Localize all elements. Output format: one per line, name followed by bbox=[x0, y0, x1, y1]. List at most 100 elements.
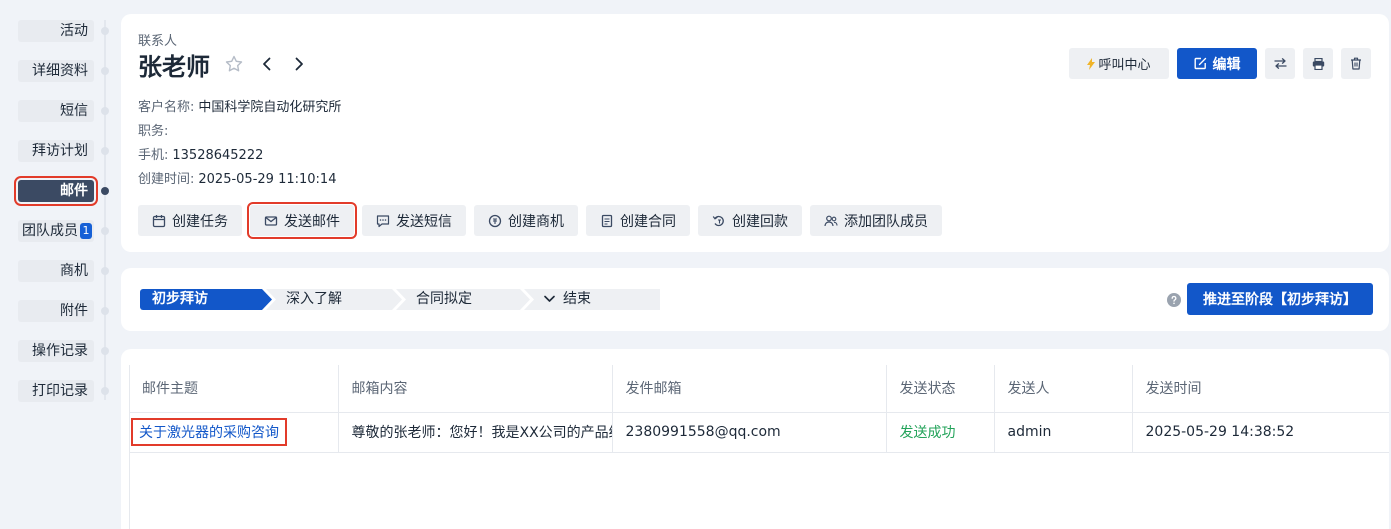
nav-dot bbox=[101, 147, 109, 155]
field-label: 职务: bbox=[138, 124, 169, 139]
lightning-icon bbox=[1087, 57, 1096, 70]
stage-contract-drafting[interactable]: 合同拟定 bbox=[396, 289, 530, 310]
stage-initial-visit[interactable]: 初步拜访 bbox=[140, 289, 272, 310]
nav-item-sms[interactable]: 短信 bbox=[18, 100, 94, 122]
button-label: 发送短信 bbox=[396, 213, 452, 230]
stage-label: 深入了解 bbox=[286, 291, 342, 307]
button-label: 添加团队成员 bbox=[844, 213, 928, 230]
field-value: 2025-05-29 11:10:14 bbox=[198, 172, 337, 187]
stage-label: 结束 bbox=[563, 291, 591, 307]
message-icon bbox=[376, 214, 390, 228]
field-label: 客户名称: bbox=[138, 100, 195, 115]
count-badge: 1 bbox=[80, 223, 92, 239]
edit-button[interactable]: 编辑 bbox=[1177, 48, 1257, 79]
left-nav: 活动 详细资料 短信 拜访计划 邮件 团队成员 1 商机 附件 操作记录 打印记录 bbox=[0, 0, 115, 529]
table-row: 关于激光器的采购咨询 尊敬的张老师：您好！我是XX公司的产品经 23809915… bbox=[129, 412, 1389, 453]
mail-subject-cell: 关于激光器的采购咨询 bbox=[129, 412, 339, 453]
advance-stage-button[interactable]: 推进至阶段【初步拜访】 bbox=[1187, 283, 1373, 315]
table-header-row: 邮件主题 邮箱内容 发件邮箱 发送状态 发送人 发送时间 bbox=[129, 365, 1389, 413]
edit-label: 编辑 bbox=[1212, 56, 1241, 73]
nav-dot bbox=[101, 267, 109, 275]
create-task-button[interactable]: 创建任务 bbox=[138, 205, 242, 236]
mail-content-cell: 尊敬的张老师：您好！我是XX公司的产品经 bbox=[338, 412, 613, 453]
created-time-field: 创建时间: 2025-05-29 11:10:14 bbox=[138, 168, 336, 187]
nav-item-mail[interactable]: 邮件 bbox=[14, 176, 98, 206]
swap-arrows-icon bbox=[1273, 58, 1287, 69]
add-team-member-button[interactable]: 添加团队成员 bbox=[810, 205, 942, 236]
transfer-button[interactable] bbox=[1265, 48, 1295, 79]
nav-dot-active bbox=[101, 187, 109, 195]
nav-dot bbox=[101, 347, 109, 355]
mail-icon bbox=[264, 214, 278, 228]
send-sms-button[interactable]: 发送短信 bbox=[362, 205, 466, 236]
column-header-subject[interactable]: 邮件主题 bbox=[129, 365, 339, 413]
call-center-label: 呼叫中心 bbox=[1098, 58, 1151, 73]
trash-icon bbox=[1350, 57, 1362, 70]
nav-dot bbox=[101, 227, 109, 235]
title-row: 张老师 bbox=[138, 48, 308, 81]
refund-icon bbox=[712, 214, 726, 228]
stage-label: 合同拟定 bbox=[416, 291, 472, 307]
nav-item-activity[interactable]: 活动 bbox=[18, 20, 94, 42]
stage-end[interactable]: 结束 bbox=[524, 289, 660, 310]
position-field: 职务: bbox=[138, 120, 172, 139]
button-label: 创建商机 bbox=[508, 213, 564, 230]
help-icon[interactable] bbox=[1167, 292, 1181, 307]
chevron-left-icon[interactable] bbox=[258, 55, 276, 73]
edit-icon bbox=[1194, 57, 1207, 70]
nav-item-label: 打印记录 bbox=[32, 383, 88, 399]
nav-item-team-members[interactable]: 团队成员 1 bbox=[18, 220, 94, 242]
nav-dot bbox=[101, 67, 109, 75]
nav-dot bbox=[101, 27, 109, 35]
page-title: 张老师 bbox=[138, 52, 210, 81]
mail-table-card: 邮件主题 邮箱内容 发件邮箱 发送状态 发送人 发送时间 关于激光器的采购咨询 … bbox=[121, 349, 1389, 529]
call-center-button[interactable]: 呼叫中心 bbox=[1069, 48, 1169, 79]
button-label: 发送邮件 bbox=[284, 213, 340, 230]
column-header-from[interactable]: 发件邮箱 bbox=[612, 365, 887, 413]
button-label: 创建任务 bbox=[172, 213, 228, 230]
nav-item-label: 短信 bbox=[60, 103, 88, 119]
stage-deep-understanding[interactable]: 深入了解 bbox=[266, 289, 402, 310]
field-value: 中国科学院自动化研究所 bbox=[198, 100, 342, 115]
nav-item-details[interactable]: 详细资料 bbox=[18, 60, 94, 82]
mail-table: 邮件主题 邮箱内容 发件邮箱 发送状态 发送人 发送时间 关于激光器的采购咨询 … bbox=[129, 365, 1389, 453]
nav-item-label: 活动 bbox=[60, 23, 88, 39]
mail-subject-link[interactable]: 关于激光器的采购咨询 bbox=[131, 418, 287, 446]
document-icon bbox=[600, 214, 614, 228]
send-mail-button[interactable]: 发送邮件 bbox=[247, 202, 357, 239]
print-button[interactable] bbox=[1303, 48, 1333, 79]
chevron-down-icon bbox=[544, 289, 555, 310]
mail-time-cell: 2025-05-29 14:38:52 bbox=[1132, 412, 1389, 453]
field-label: 创建时间: bbox=[138, 172, 195, 187]
nav-item-attachments[interactable]: 附件 bbox=[18, 300, 94, 322]
nav-item-label: 团队成员 bbox=[22, 223, 78, 239]
button-label: 创建合同 bbox=[620, 213, 676, 230]
nav-item-label: 附件 bbox=[60, 303, 88, 319]
nav-item-operation-log[interactable]: 操作记录 bbox=[18, 340, 94, 362]
create-opportunity-button[interactable]: 创建商机 bbox=[474, 205, 578, 236]
stage-card: 初步拜访 深入了解 合同拟定 结束 推进至阶段【初步拜访】 bbox=[121, 268, 1389, 331]
stage-progress: 初步拜访 深入了解 合同拟定 结束 bbox=[140, 289, 660, 310]
column-header-content[interactable]: 邮箱内容 bbox=[338, 365, 613, 413]
column-header-status[interactable]: 发送状态 bbox=[886, 365, 995, 413]
nav-dot bbox=[101, 387, 109, 395]
quick-actions: 创建任务 发送邮件 发送短信 创建商机 创建合同 创建回款 添加团队成员 bbox=[138, 202, 942, 239]
nav-item-label: 邮件 bbox=[60, 183, 88, 199]
nav-item-label: 详细资料 bbox=[32, 63, 88, 79]
nav-item-opportunities[interactable]: 商机 bbox=[18, 260, 94, 282]
create-payment-button[interactable]: 创建回款 bbox=[698, 205, 802, 236]
nav-item-print-log[interactable]: 打印记录 bbox=[18, 380, 94, 402]
star-icon[interactable] bbox=[224, 54, 244, 74]
column-header-sender[interactable]: 发送人 bbox=[994, 365, 1133, 413]
column-header-time[interactable]: 发送时间 bbox=[1132, 365, 1389, 413]
mail-sender-cell: admin bbox=[994, 412, 1133, 453]
header-actions: 呼叫中心 编辑 bbox=[1069, 48, 1371, 79]
nav-item-label: 拜访计划 bbox=[32, 143, 88, 159]
chevron-right-icon[interactable] bbox=[290, 55, 308, 73]
create-contract-button[interactable]: 创建合同 bbox=[586, 205, 690, 236]
delete-button[interactable] bbox=[1341, 48, 1371, 79]
nav-dot bbox=[101, 307, 109, 315]
nav-item-visit-plan[interactable]: 拜访计划 bbox=[18, 140, 94, 162]
stage-label: 初步拜访 bbox=[152, 291, 208, 307]
coin-icon bbox=[488, 214, 502, 228]
